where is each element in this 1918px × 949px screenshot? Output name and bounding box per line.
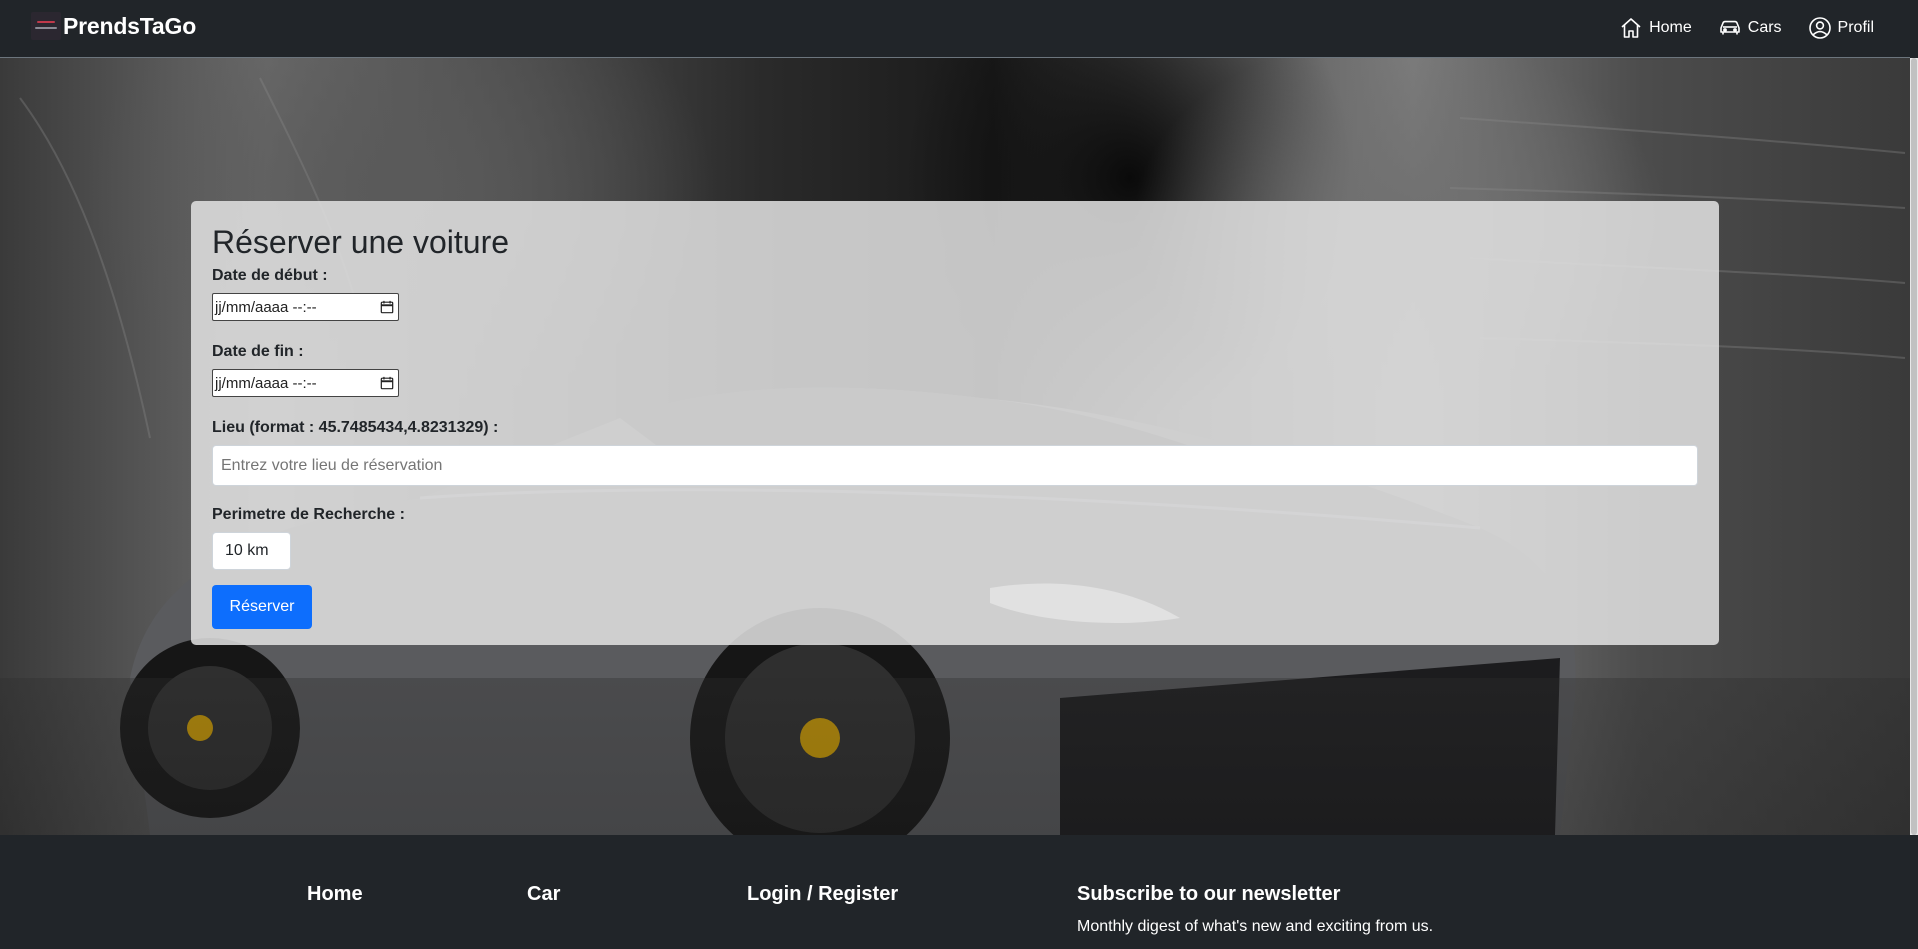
nav-links: Home Cars Profil bbox=[1619, 0, 1874, 56]
ground-shade bbox=[0, 678, 1910, 835]
newsletter-text: Monthly digest of what's new and excitin… bbox=[1077, 918, 1434, 935]
nav-profil-link[interactable]: Profil bbox=[1808, 16, 1874, 40]
reservation-form: Réserver une voiture Date de début : jj/… bbox=[191, 201, 1719, 645]
footer-home-heading[interactable]: Home bbox=[307, 883, 363, 906]
radius-label: Perimetre de Recherche : bbox=[212, 506, 405, 524]
calendar-icon[interactable] bbox=[380, 300, 394, 314]
reserve-button[interactable]: Réserver bbox=[212, 585, 312, 630]
brand-name: PrendsTaGo bbox=[63, 12, 197, 39]
nav-cars-link[interactable]: Cars bbox=[1718, 16, 1782, 40]
start-date-value: jj/mm/aaaa --:-- bbox=[215, 298, 317, 316]
footer-login-heading[interactable]: Login / Register bbox=[747, 883, 898, 906]
end-date-value: jj/mm/aaaa --:-- bbox=[215, 374, 317, 392]
end-date-label: Date de fin : bbox=[212, 343, 304, 361]
footer: Home Car Login / Register Subscribe to o… bbox=[0, 835, 1918, 949]
page-scrollbar[interactable] bbox=[1910, 58, 1918, 835]
start-date-label: Date de début : bbox=[212, 267, 328, 285]
calendar-icon[interactable] bbox=[380, 376, 394, 390]
footer-car-heading[interactable]: Car bbox=[527, 883, 560, 906]
user-circle-icon bbox=[1808, 17, 1831, 39]
start-date-input[interactable]: jj/mm/aaaa --:-- bbox=[212, 293, 399, 322]
car-icon bbox=[1719, 20, 1740, 35]
nav-cars-label: Cars bbox=[1747, 19, 1782, 36]
radius-select[interactable]: 10 km bbox=[212, 532, 291, 571]
nav-home-link[interactable]: Home bbox=[1619, 16, 1692, 40]
end-date-input[interactable]: jj/mm/aaaa --:-- bbox=[212, 369, 399, 398]
radius-value: 10 km bbox=[225, 542, 269, 560]
location-label: Lieu (format : 45.7485434,4.8231329) : bbox=[212, 419, 499, 437]
top-navbar: PrendsTaGo Home Cars Profil bbox=[0, 0, 1910, 58]
newsletter-heading: Subscribe to our newsletter bbox=[1077, 883, 1341, 905]
nav-home-label: Home bbox=[1649, 19, 1692, 36]
brand-logo-icon bbox=[31, 12, 61, 40]
nav-profil-label: Profil bbox=[1837, 19, 1874, 36]
location-input[interactable] bbox=[212, 445, 1698, 487]
house-icon bbox=[1621, 18, 1641, 38]
scrollbar-thumb[interactable] bbox=[1911, 58, 1917, 835]
brand-link[interactable]: PrendsTaGo bbox=[31, 12, 196, 40]
form-title: Réserver une voiture bbox=[212, 224, 510, 260]
